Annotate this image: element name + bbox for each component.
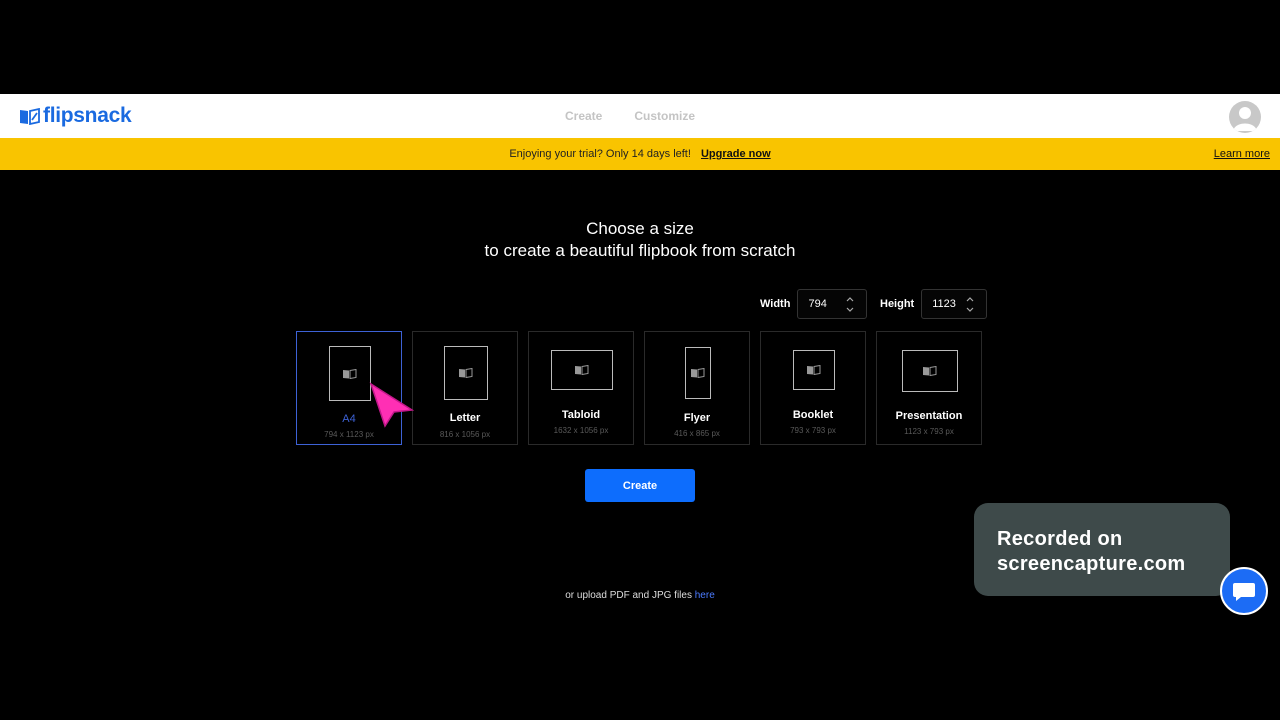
flipsnack-book-icon	[691, 368, 705, 378]
trial-banner: Enjoying your trial? Only 14 days left! …	[0, 138, 1280, 170]
chat-bubble-icon	[1233, 583, 1255, 601]
height-label: Height	[880, 298, 915, 310]
page-preview	[551, 350, 613, 390]
title-line-2: to create a beautiful flipbook from scra…	[484, 241, 796, 260]
top-header: flipsnack Create Customize	[0, 94, 1280, 138]
chat-button[interactable]	[1220, 567, 1268, 615]
upload-here-link[interactable]: here	[695, 590, 715, 601]
logo-text: flipsnack	[43, 104, 132, 127]
size-label: Letter	[449, 412, 481, 424]
height-value: 1123	[932, 298, 956, 310]
chevron-down-icon[interactable]	[846, 307, 854, 313]
nav-create[interactable]: Create	[565, 109, 602, 123]
page-preview	[444, 346, 488, 400]
width-value: 794	[808, 298, 827, 310]
size-card-tabloid[interactable]: Tabloid 1632 x 1056 px	[528, 331, 634, 445]
watermark-line-2: screencapture.com	[997, 553, 1186, 575]
width-input[interactable]: 794	[797, 289, 868, 319]
flipsnack-book-icon	[459, 368, 473, 378]
create-button[interactable]: Create	[585, 469, 695, 502]
flipsnack-logo[interactable]: flipsnack	[19, 104, 132, 128]
flipsnack-book-icon	[20, 107, 40, 125]
page-preview	[902, 350, 958, 392]
avatar-silhouette	[1233, 107, 1257, 131]
size-card-flyer[interactable]: Flyer 416 x 865 px	[644, 331, 750, 445]
size-card-presentation[interactable]: Presentation 1123 x 793 px	[876, 331, 982, 445]
page-title: Choose a size to create a beautiful flip…	[0, 218, 1280, 262]
trial-message-row: Enjoying your trial? Only 14 days left! …	[0, 148, 1280, 160]
flipsnack-book-icon	[343, 368, 357, 379]
upload-text: or upload PDF and JPG files	[565, 590, 692, 601]
flipsnack-book-icon	[923, 366, 937, 376]
height-input[interactable]: 1123	[921, 289, 988, 319]
watermark-line-1: Recorded on	[997, 528, 1123, 550]
width-label: Width	[760, 298, 791, 310]
trial-message: Enjoying your trial? Only 14 days left!	[509, 148, 691, 160]
upgrade-now-link[interactable]: Upgrade now	[701, 148, 771, 160]
recording-watermark: Recorded on screencapture.com	[974, 503, 1230, 596]
size-card-letter[interactable]: Letter 816 x 1056 px	[412, 331, 518, 445]
chevron-down-icon[interactable]	[966, 307, 974, 313]
page-preview	[329, 346, 371, 401]
page-preview	[793, 350, 835, 390]
nav-customize[interactable]: Customize	[634, 109, 695, 123]
pointer-cursor-icon	[369, 382, 415, 428]
user-avatar-icon[interactable]	[1229, 101, 1261, 133]
flipsnack-book-icon	[807, 365, 821, 375]
size-label: Presentation	[895, 410, 963, 422]
size-dimensions: 416 x 865 px	[674, 429, 720, 438]
chevron-up-icon[interactable]	[966, 296, 974, 302]
size-label: Flyer	[683, 412, 711, 424]
width-control: Width 794	[760, 289, 868, 319]
size-label: Tabloid	[561, 409, 601, 421]
size-dimensions: 1632 x 1056 px	[553, 426, 609, 435]
title-line-1: Choose a size	[586, 219, 694, 238]
size-label: Booklet	[792, 409, 834, 421]
size-dimensions: 816 x 1056 px	[439, 430, 491, 439]
chevron-up-icon[interactable]	[846, 296, 854, 302]
size-dimensions: 1123 x 793 px	[904, 427, 954, 436]
size-card-booklet[interactable]: Booklet 793 x 793 px	[760, 331, 866, 445]
page-preview	[685, 347, 711, 399]
size-dimensions: 794 x 1123 px	[324, 430, 374, 439]
size-dimensions: 793 x 793 px	[790, 426, 836, 435]
main-nav: Create Customize	[565, 109, 695, 123]
learn-more-link[interactable]: Learn more	[1214, 148, 1270, 160]
flipsnack-book-icon	[575, 365, 589, 375]
height-control: Height 1123	[880, 289, 988, 319]
